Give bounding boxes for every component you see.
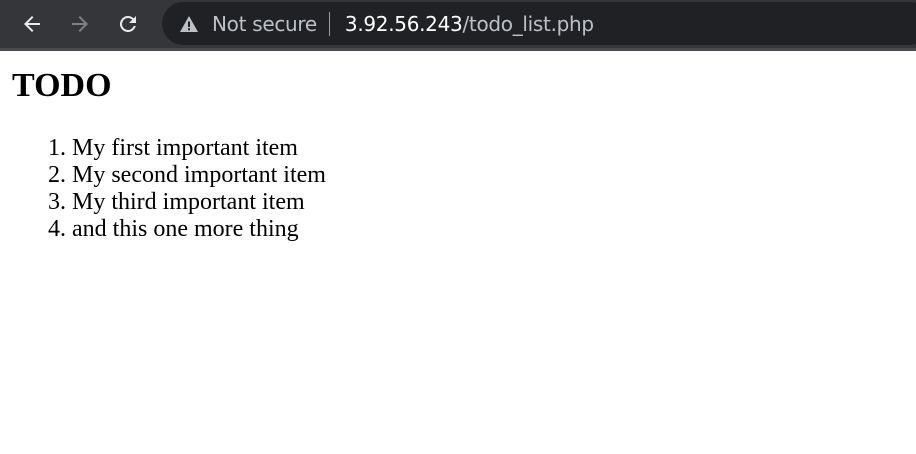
url-host[interactable]: 3.92.56.243 — [345, 12, 463, 36]
security-label[interactable]: Not secure — [212, 12, 317, 36]
arrow-right-icon — [72, 16, 88, 32]
reload-icon — [120, 15, 136, 32]
page-content: TODO My first important item My second i… — [0, 51, 916, 454]
url-path[interactable]: /todo_list.php — [462, 12, 594, 36]
todo-item: and this one more thing — [72, 216, 326, 243]
todo-list: My first important item My second import… — [0, 135, 326, 243]
forward-button[interactable] — [62, 6, 98, 42]
todo-item: My third important item — [72, 189, 326, 216]
browser-toolbar: Not secure 3.92.56.243/todo_list.php — [0, 0, 916, 48]
warning-triangle-icon[interactable] — [179, 14, 199, 34]
todo-item: My first important item — [72, 135, 326, 162]
todo-item: My second important item — [72, 162, 326, 189]
back-button[interactable] — [14, 6, 50, 42]
address-bar[interactable]: Not secure 3.92.56.243/todo_list.php — [162, 2, 916, 45]
arrow-left-icon — [24, 16, 40, 32]
omnibox-divider — [328, 11, 330, 36]
page-title: TODO — [12, 67, 112, 104]
reload-button[interactable] — [110, 6, 146, 42]
